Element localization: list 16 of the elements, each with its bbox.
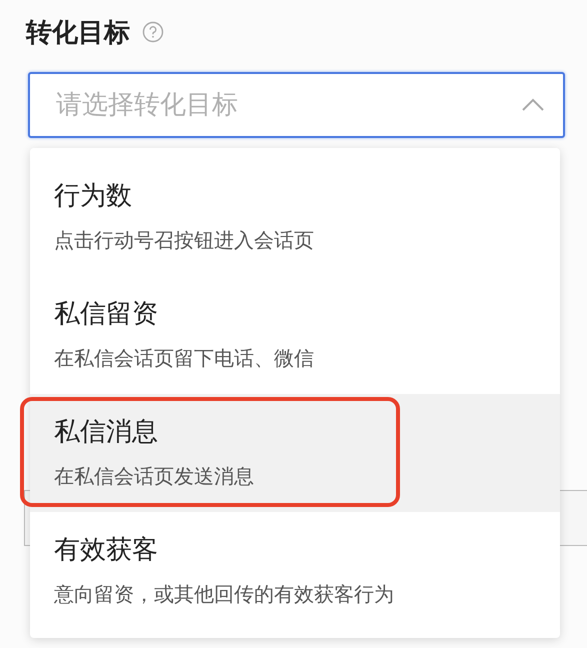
dropdown-option[interactable]: 私信留资 在私信会话页留下电话、微信 [30, 276, 560, 394]
option-description: 点击行动号召按钮进入会话页 [54, 227, 315, 254]
help-icon[interactable] [142, 21, 164, 43]
caret-icon [521, 98, 545, 112]
option-title: 有效获客 [54, 534, 159, 567]
dropdown-option[interactable]: 行为数 点击行动号召按钮进入会话页 [30, 158, 560, 276]
option-title: 行为数 [54, 180, 133, 213]
option-title: 私信消息 [54, 416, 159, 449]
option-description: 在私信会话页发送消息 [54, 463, 255, 490]
option-description: 在私信会话页留下电话、微信 [54, 345, 315, 372]
dropdown-option[interactable]: 有效获客 意向留资，或其他回传的有效获客行为 [30, 512, 560, 630]
select-field[interactable]: 请选择转化目标 [28, 72, 565, 138]
dropdown-option[interactable]: 私信消息 在私信会话页发送消息 [30, 394, 560, 512]
option-title: 私信留资 [54, 298, 159, 331]
field-label: 转化目标 [26, 16, 130, 50]
option-description: 意向留资，或其他回传的有效获客行为 [54, 581, 395, 608]
